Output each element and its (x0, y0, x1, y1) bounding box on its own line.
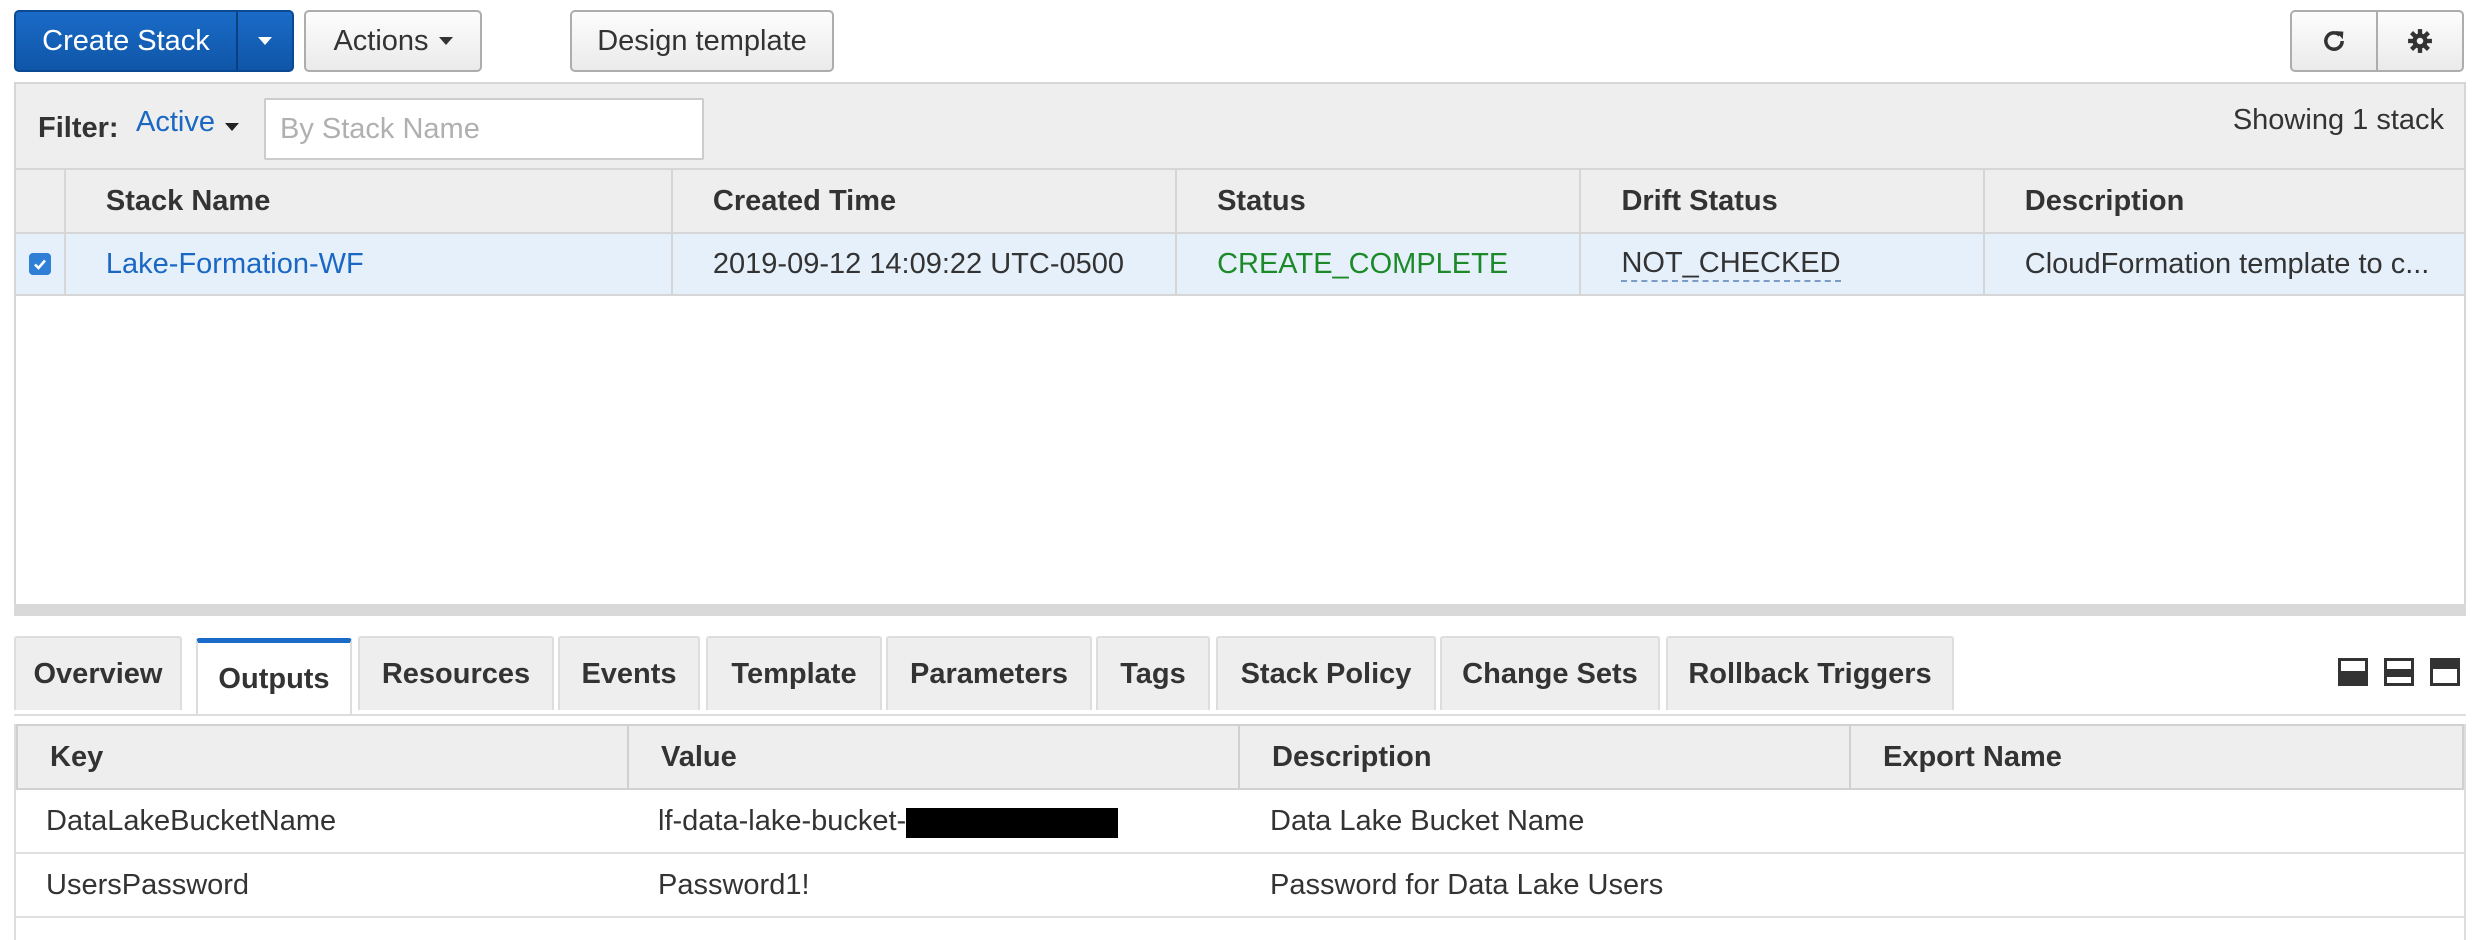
settings-button[interactable] (2376, 10, 2464, 72)
tab-rollback-triggers[interactable]: Rollback Triggers (1666, 636, 1954, 710)
output-key-cell: DataLakeBucketName (46, 804, 337, 837)
tab-divider (14, 714, 2466, 716)
created-time-cell: 2019-09-12 14:09:22 UTC-0500 (673, 234, 1178, 294)
drift-status-link[interactable]: NOT_CHECKED (1621, 246, 1841, 283)
outputs-table: Key Value Description Export Name DataLa… (14, 724, 2466, 940)
tab-template[interactable]: Template (706, 636, 882, 710)
column-header-key[interactable]: Key (18, 726, 629, 788)
layout-split-panel-icon[interactable] (2384, 658, 2414, 686)
create-stack-dropdown-button[interactable] (236, 10, 294, 72)
output-export-cell (1852, 854, 2464, 916)
tab-parameters[interactable]: Parameters (886, 636, 1092, 710)
create-stack-button[interactable]: Create Stack (14, 10, 238, 72)
drift-status-cell: NOT_CHECKED (1581, 234, 1985, 294)
header-select-cell (16, 170, 66, 232)
stack-name-search-input[interactable] (264, 98, 704, 160)
output-value-cell: lf-data-lake-bucket- (628, 790, 1240, 852)
description-cell: CloudFormation template to c... (1985, 234, 2464, 294)
table-row: UsersPassword Password1! Password for Da… (16, 854, 2464, 918)
stack-list-panel: Filter: Active Showing 1 stack Stack Nam… (14, 82, 2466, 616)
filter-bar: Filter: Active Showing 1 stack (16, 84, 2464, 170)
checkmark-icon (34, 259, 46, 270)
status-cell: CREATE_COMPLETE (1177, 234, 1582, 294)
tab-resources[interactable]: Resources (358, 636, 554, 710)
layout-bottom-panel-icon[interactable] (2338, 658, 2368, 686)
column-header-status[interactable]: Status (1177, 170, 1582, 232)
column-header-created-time[interactable]: Created Time (673, 170, 1178, 232)
column-header-export-name[interactable]: Export Name (1851, 726, 2462, 788)
design-template-label: Design template (597, 24, 807, 57)
layout-toggle-group (2338, 658, 2460, 686)
tab-outputs[interactable]: Outputs (196, 638, 352, 716)
row-select-cell (16, 234, 66, 294)
output-description-cell: Data Lake Bucket Name (1270, 804, 1585, 837)
table-row[interactable]: Lake-Formation-WF 2019-09-12 14:09:22 UT… (16, 234, 2464, 296)
filter-status-value: Active (136, 106, 215, 138)
stack-count-text: Showing 1 stack (2232, 104, 2444, 136)
filter-status-dropdown[interactable]: Active (136, 106, 239, 139)
create-stack-label: Create Stack (42, 24, 210, 57)
column-header-value[interactable]: Value (629, 726, 1240, 788)
column-header-description[interactable]: Description (1985, 170, 2464, 232)
tab-overview[interactable]: Overview (14, 636, 182, 710)
outputs-table-header: Key Value Description Export Name (16, 724, 2464, 790)
redaction-bar (906, 808, 1119, 838)
chevron-down-icon (438, 37, 453, 45)
stack-name-cell: Lake-Formation-WF (66, 234, 673, 294)
output-value-text: lf-data-lake-bucket- (658, 804, 907, 837)
refresh-button[interactable] (2290, 10, 2378, 72)
tab-change-sets[interactable]: Change Sets (1440, 636, 1660, 710)
tab-events[interactable]: Events (558, 636, 700, 710)
description-text: CloudFormation template to c... (2024, 247, 2430, 280)
tab-stack-policy[interactable]: Stack Policy (1216, 636, 1436, 710)
panel-resize-handle[interactable] (14, 604, 2466, 616)
filter-label: Filter: (38, 112, 119, 144)
stack-name-link[interactable]: Lake-Formation-WF (106, 248, 364, 281)
actions-label: Actions (333, 24, 429, 57)
tab-tags[interactable]: Tags (1096, 636, 1210, 710)
actions-menu-button[interactable]: Actions (304, 10, 482, 72)
output-description-cell: Password for Data Lake Users (1270, 868, 1664, 901)
column-header-stack-name[interactable]: Stack Name (66, 170, 673, 232)
chevron-down-icon (224, 123, 239, 131)
output-value-cell: Password1! (658, 868, 810, 901)
refresh-icon (2324, 31, 2344, 51)
design-template-button[interactable]: Design template (570, 10, 834, 72)
output-export-cell (1852, 790, 2464, 852)
gear-icon (2408, 29, 2432, 53)
stack-table-header: Stack Name Created Time Status Drift Sta… (16, 170, 2464, 234)
layout-full-panel-icon[interactable] (2430, 658, 2460, 686)
table-row: DataLakeBucketName lf-data-lake-bucket- … (16, 790, 2464, 854)
output-key-cell: UsersPassword (46, 868, 250, 901)
row-checkbox[interactable] (28, 253, 51, 275)
column-header-drift-status[interactable]: Drift Status (1581, 170, 1985, 232)
chevron-down-icon (258, 37, 272, 45)
column-header-description[interactable]: Description (1240, 726, 1851, 788)
